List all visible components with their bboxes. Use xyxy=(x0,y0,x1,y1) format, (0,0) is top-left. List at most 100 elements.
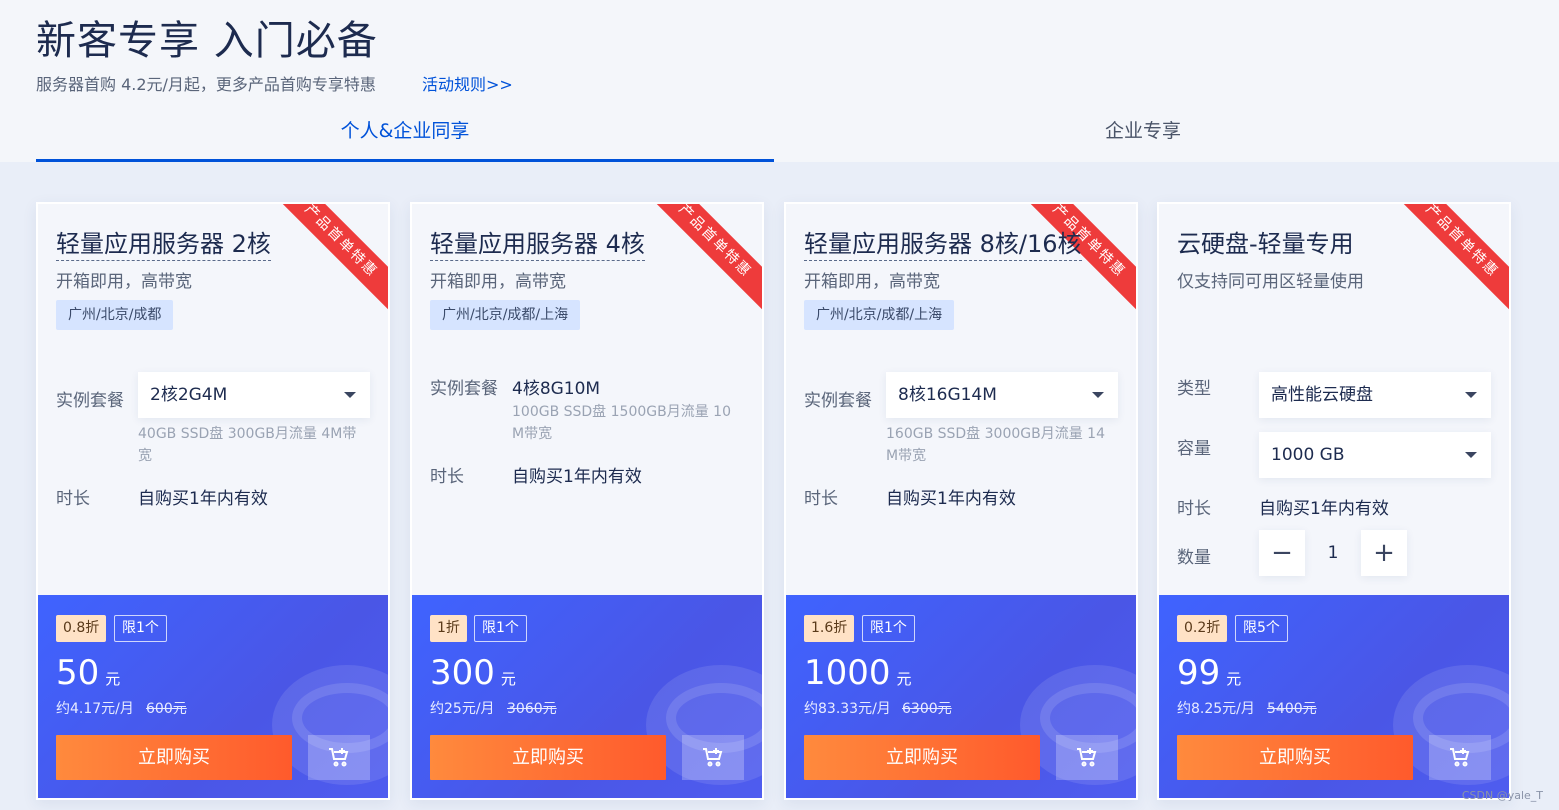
product-desc: 开箱即用，高带宽 xyxy=(56,272,192,292)
add-to-cart-button[interactable] xyxy=(1429,735,1491,780)
spec-label: 实例套餐 xyxy=(804,391,872,411)
capacity-value: 1000 GB xyxy=(1271,445,1345,465)
product-name: 云硬盘-轻量专用 xyxy=(1177,230,1354,258)
spec-select[interactable]: 8核16G14M xyxy=(886,372,1118,418)
region-tag: 广州/北京/成都/上海 xyxy=(430,300,581,330)
price-panel: 0.8折 限1个 50 元 约4.17元/月 600元 立即购买 xyxy=(38,595,388,798)
type-label: 类型 xyxy=(1177,379,1211,399)
capacity-select[interactable]: 1000 GB xyxy=(1259,432,1491,478)
tab-enterprise-only[interactable]: 企业专享 xyxy=(774,108,1512,162)
product-name[interactable]: 轻量应用服务器 2核 xyxy=(56,224,271,261)
page-subtitle: 服务器首购 4.2元/月起，更多产品首购专享特惠 xyxy=(36,75,376,94)
original-price: 600元 xyxy=(146,701,187,717)
duration-label: 时长 xyxy=(804,489,838,509)
cart-plus-icon xyxy=(1077,748,1097,767)
tab-personal-enterprise[interactable]: 个人&企业同享 xyxy=(36,108,774,162)
product-name[interactable]: 轻量应用服务器 4核 xyxy=(430,224,645,261)
discount-badge: 0.2折 xyxy=(1177,615,1228,642)
spec-select[interactable]: 2核2G4M xyxy=(138,372,370,418)
price-value: 50 xyxy=(56,653,100,693)
spec-select-value: 2核2G4M xyxy=(150,385,228,405)
spec-note-line-2: M带宽 xyxy=(512,426,553,442)
buy-now-button[interactable]: 立即购买 xyxy=(56,735,292,780)
disk-type-value: 高性能云硬盘 xyxy=(1271,385,1373,405)
region-tag: 广州/北京/成都/上海 xyxy=(804,300,955,330)
spec-label: 实例套餐 xyxy=(56,391,124,411)
buy-now-button[interactable]: 立即购买 xyxy=(430,735,666,780)
activity-rules-link[interactable]: 活动规则>> xyxy=(422,71,513,95)
duration-value: 自购买1年内有效 xyxy=(886,489,1016,509)
cart-plus-icon xyxy=(1450,748,1470,767)
product-desc: 开箱即用，高带宽 xyxy=(804,272,940,292)
add-to-cart-button[interactable] xyxy=(308,735,370,780)
add-to-cart-button[interactable] xyxy=(682,735,744,780)
product-name[interactable]: 轻量应用服务器 8核/16核 xyxy=(804,224,1082,261)
capacity-label: 容量 xyxy=(1177,439,1211,459)
price-unit: 元 xyxy=(500,670,516,688)
product-card: 产品首单特惠 云硬盘-轻量专用 仅支持同可用区轻量使用 类型 高性能云硬盘 容量… xyxy=(1157,202,1511,800)
limit-badge: 限5个 xyxy=(1235,615,1288,642)
spec-label: 实例套餐 xyxy=(430,379,498,399)
region-tag: 广州/北京/成都 xyxy=(56,300,174,330)
cart-plus-icon xyxy=(703,748,723,767)
per-month-price: 约83.33元/月 xyxy=(804,701,891,717)
quantity-increment-button[interactable]: + xyxy=(1361,530,1407,576)
limit-badge: 限1个 xyxy=(114,615,167,642)
price-panel: 1折 限1个 300 元 约25元/月 3060元 立即购买 xyxy=(412,595,762,798)
duration-value: 自购买1年内有效 xyxy=(138,489,268,509)
per-month-price: 约25元/月 xyxy=(430,701,495,717)
duration-label: 时长 xyxy=(430,467,464,487)
chevron-down-icon xyxy=(1465,392,1477,398)
discount-badge: 1折 xyxy=(430,615,467,642)
per-month-price: 约8.25元/月 xyxy=(1177,701,1255,717)
discount-badge: 0.8折 xyxy=(56,615,107,642)
product-desc: 开箱即用，高带宽 xyxy=(430,272,566,292)
quantity-decrement-button[interactable]: − xyxy=(1259,530,1305,576)
price: 99 元 xyxy=(1177,653,1241,693)
buy-now-button[interactable]: 立即购买 xyxy=(1177,735,1413,780)
product-card: 产品首单特惠 轻量应用服务器 2核 开箱即用，高带宽 广州/北京/成都 实例套餐… xyxy=(36,202,390,800)
watermark: CSDN @yale_T xyxy=(1461,789,1543,802)
product-desc: 仅支持同可用区轻量使用 xyxy=(1177,272,1364,292)
original-price: 3060元 xyxy=(507,701,557,717)
chevron-down-icon xyxy=(1092,392,1104,398)
promo-ribbon: 产品首单特惠 xyxy=(270,204,388,312)
spec-select-value: 8核16G14M xyxy=(898,385,997,405)
original-price: 6300元 xyxy=(902,701,952,717)
spec-note-line-1: 40GB SSD盘 300GB月流量 4M带 xyxy=(138,426,357,442)
cart-plus-icon xyxy=(329,748,349,767)
quantity-value[interactable]: 1 xyxy=(1305,530,1361,576)
limit-badge: 限1个 xyxy=(862,615,915,642)
price-value: 300 xyxy=(430,653,495,693)
product-card: 产品首单特惠 轻量应用服务器 8核/16核 开箱即用，高带宽 广州/北京/成都/… xyxy=(784,202,1138,800)
limit-badge: 限1个 xyxy=(474,615,527,642)
promo-ribbon: 产品首单特惠 xyxy=(644,204,762,312)
add-to-cart-button[interactable] xyxy=(1056,735,1118,780)
spec-value: 4核8G10M xyxy=(512,379,601,399)
spec-note-line-1: 160GB SSD盘 3000GB月流量 14 xyxy=(886,426,1105,442)
spec-note-line-2: 宽 xyxy=(138,448,152,464)
spec-note-line-2: M带宽 xyxy=(886,448,927,464)
price-panel: 0.2折 限5个 99 元 约8.25元/月 5400元 立即购买 xyxy=(1159,595,1509,798)
price-unit: 元 xyxy=(896,670,912,688)
duration-label: 时长 xyxy=(56,489,90,509)
per-month-price: 约4.17元/月 xyxy=(56,701,134,717)
price: 1000 元 xyxy=(804,653,912,693)
quantity-label: 数量 xyxy=(1177,548,1211,568)
price: 300 元 xyxy=(430,653,516,693)
product-card: 产品首单特惠 轻量应用服务器 4核 开箱即用，高带宽 广州/北京/成都/上海 实… xyxy=(410,202,764,800)
buy-now-button[interactable]: 立即购买 xyxy=(804,735,1040,780)
price: 50 元 xyxy=(56,653,120,693)
promo-ribbon: 产品首单特惠 xyxy=(1391,204,1509,312)
price-unit: 元 xyxy=(1226,670,1242,688)
original-price: 5400元 xyxy=(1267,701,1317,717)
disk-type-select[interactable]: 高性能云硬盘 xyxy=(1259,372,1491,418)
price-value: 99 xyxy=(1177,653,1221,693)
chevron-down-icon xyxy=(1465,452,1477,458)
price-value: 1000 xyxy=(804,653,891,693)
duration-value: 自购买1年内有效 xyxy=(512,467,642,487)
page-title: 新客专享 入门必备 xyxy=(36,18,378,64)
discount-badge: 1.6折 xyxy=(804,615,855,642)
duration-value: 自购买1年内有效 xyxy=(1259,499,1389,519)
price-unit: 元 xyxy=(105,670,121,688)
